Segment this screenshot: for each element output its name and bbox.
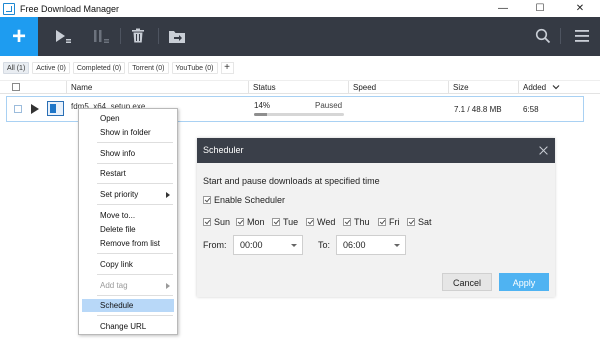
minimize-button[interactable]: — [483, 0, 523, 17]
enable-scheduler-checkbox[interactable] [203, 196, 211, 204]
column-header-speed[interactable]: Speed [348, 81, 448, 94]
chevron-down-icon [552, 85, 560, 90]
progress-percent: 14% [254, 101, 271, 110]
day-label: Mon [247, 217, 265, 227]
filter-tabs: All (1) Active (0) Completed (0) Torrent… [3, 62, 234, 75]
day-label: Sat [418, 217, 432, 227]
column-header-status[interactable]: Status [248, 81, 348, 94]
menu-item-copy-link[interactable]: Copy link [80, 258, 176, 271]
day-label: Wed [317, 217, 336, 227]
tab-torrent[interactable]: Torrent (0) [128, 62, 169, 74]
add-download-button[interactable]: + [0, 17, 38, 56]
trash-icon[interactable] [127, 27, 149, 45]
to-time-value: 06:00 [343, 240, 366, 250]
enable-scheduler-label: Enable Scheduler [214, 195, 286, 205]
maximize-button[interactable]: ☐ [520, 0, 560, 17]
menu-item-set-priority-label: Set priority [100, 190, 139, 199]
search-icon[interactable] [532, 27, 554, 45]
day-label: Fri [389, 217, 400, 227]
menu-separator [97, 163, 173, 164]
menu-item-add-tag[interactable]: Add tag [80, 279, 176, 292]
menu-separator [97, 315, 173, 316]
menu-item-change-url[interactable]: Change URL [80, 320, 176, 333]
file-type-icon [47, 101, 64, 116]
from-label: From: [203, 240, 227, 250]
from-time-select[interactable]: 00:00 [233, 235, 303, 255]
menu-item-delete-file[interactable]: Delete file [80, 223, 176, 236]
menu-icon[interactable] [571, 27, 593, 45]
play-icon[interactable] [52, 27, 74, 45]
dialog-title: Scheduler [203, 145, 244, 155]
context-menu: Open Show in folder Show info Restart Se… [78, 108, 178, 335]
checkbox-icon [343, 218, 351, 226]
column-header-added[interactable]: Added [518, 81, 600, 94]
menu-item-remove-from-list[interactable]: Remove from list [80, 237, 176, 250]
tab-active[interactable]: Active (0) [32, 62, 70, 74]
menu-separator [97, 183, 173, 184]
tab-completed[interactable]: Completed (0) [72, 62, 126, 74]
title-bar: Free Download Manager — ☐ ✕ [0, 0, 600, 17]
file-size: 7.1 / 48.8 MB [454, 105, 502, 114]
dialog-header: Scheduler [197, 138, 555, 163]
column-header-added-label: Added [523, 83, 547, 92]
apply-button[interactable]: Apply [499, 273, 549, 291]
window-title: Free Download Manager [20, 3, 120, 14]
cancel-button[interactable]: Cancel [442, 273, 492, 291]
main-toolbar: + [0, 17, 600, 56]
day-label: Tue [283, 217, 299, 227]
menu-item-open[interactable]: Open [80, 112, 176, 125]
checkbox-icon [272, 218, 280, 226]
column-header-size[interactable]: Size [448, 81, 518, 94]
menu-separator [97, 253, 173, 254]
app-logo-icon [3, 2, 15, 15]
checkbox-icon [203, 218, 211, 226]
to-label: To: [318, 240, 331, 250]
chevron-down-icon [394, 244, 400, 247]
menu-separator [97, 274, 173, 275]
day-label: Sun [214, 217, 231, 227]
day-label: Thu [354, 217, 370, 227]
from-time-value: 00:00 [240, 240, 263, 250]
move-icon[interactable] [166, 27, 188, 45]
chevron-down-icon [291, 244, 297, 247]
menu-separator [97, 204, 173, 205]
checkbox-icon [407, 218, 415, 226]
menu-separator [97, 295, 173, 296]
menu-separator [97, 142, 173, 143]
checkbox-icon [378, 218, 386, 226]
close-icon[interactable] [538, 145, 549, 156]
menu-item-add-tag-label: Add tag [100, 281, 128, 290]
add-tag-button[interactable]: + [220, 62, 234, 74]
menu-item-show-info[interactable]: Show info [80, 147, 176, 160]
added-time: 6:58 [523, 105, 539, 114]
menu-item-move-to[interactable]: Move to... [80, 209, 176, 222]
submenu-arrow-icon [166, 192, 170, 198]
toolbar-divider [560, 28, 561, 44]
select-all-checkbox[interactable] [12, 83, 20, 91]
progress-bar-fill [254, 113, 267, 116]
tab-youtube[interactable]: YouTube (0) [171, 62, 218, 74]
toolbar-divider [120, 28, 121, 44]
submenu-arrow-icon [166, 283, 170, 289]
checkbox-icon [236, 218, 244, 226]
to-time-select[interactable]: 06:00 [336, 235, 406, 255]
close-window-button[interactable]: ✕ [560, 0, 600, 17]
menu-item-schedule[interactable]: Schedule [82, 299, 174, 312]
menu-item-show-in-folder[interactable]: Show in folder [80, 126, 176, 139]
pause-icon[interactable] [90, 27, 112, 45]
table-header: Name Status Speed Size Added [0, 80, 600, 94]
tab-all[interactable]: All (1) [3, 62, 30, 74]
menu-item-restart[interactable]: Restart [80, 167, 176, 180]
menu-item-set-priority[interactable]: Set priority [80, 188, 176, 201]
row-checkbox[interactable] [14, 105, 22, 113]
toolbar-divider [158, 28, 159, 44]
scheduler-description: Start and pause downloads at specified t… [203, 176, 380, 186]
column-header-name[interactable]: Name [66, 81, 248, 94]
scheduler-dialog: Scheduler Start and pause downloads at s… [197, 138, 555, 297]
play-icon[interactable] [31, 104, 39, 114]
checkbox-icon [306, 218, 314, 226]
download-status: Paused [315, 101, 343, 110]
progress-bar [254, 113, 344, 116]
